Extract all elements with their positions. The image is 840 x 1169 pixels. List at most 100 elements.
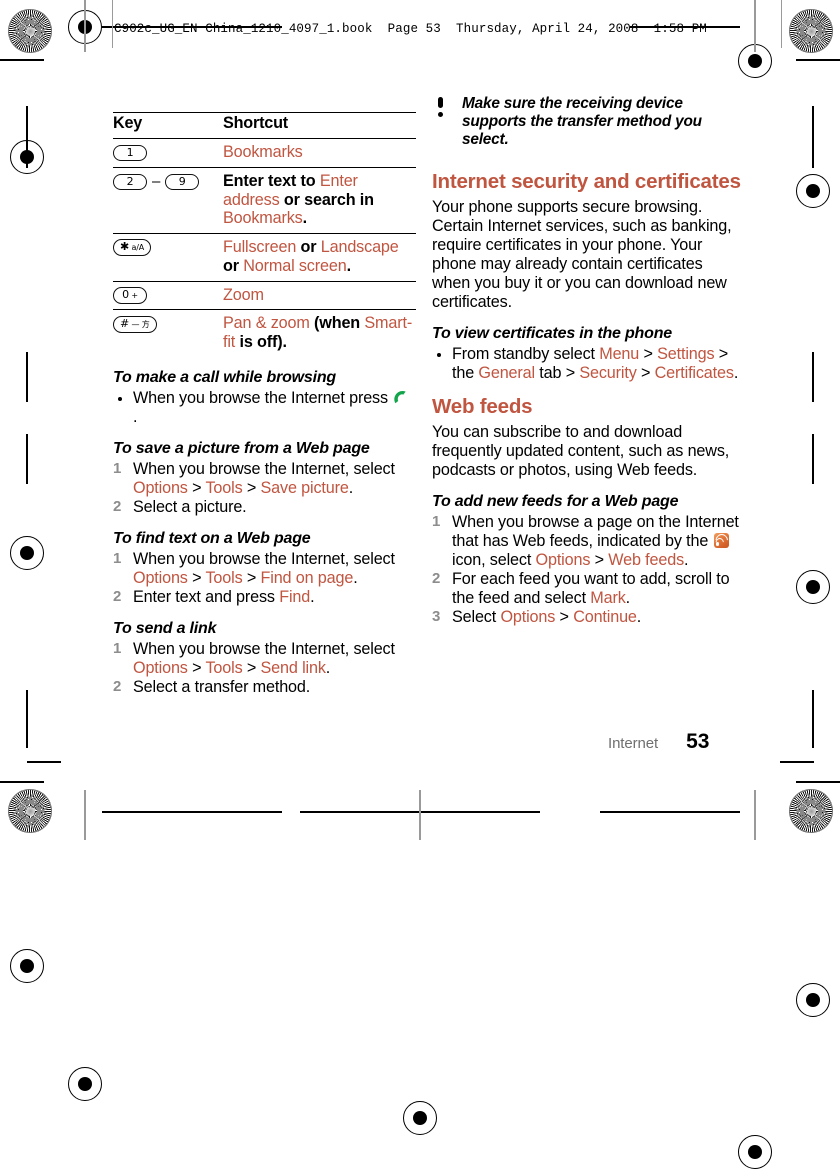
ui-term: Web feeds bbox=[608, 550, 685, 569]
ui-term: Landscape bbox=[320, 238, 399, 257]
step-text: When you browse the Internet, select Opt… bbox=[133, 460, 395, 497]
reg-line-rm-v1 bbox=[812, 352, 814, 402]
column-header-shortcut: Shortcut bbox=[223, 112, 416, 139]
ui-term: Continue bbox=[573, 607, 637, 626]
keypad-key-sublabel: + bbox=[128, 290, 138, 300]
table-cell-shortcut: Pan & zoom (when Smart-fit is off). bbox=[223, 310, 416, 357]
procedure-title-send-link: To send a link bbox=[113, 620, 217, 638]
text-run: > bbox=[187, 659, 206, 678]
text-run: When you browse the Internet, select bbox=[133, 640, 395, 659]
text-run: > bbox=[590, 550, 609, 569]
text-run: . bbox=[346, 256, 352, 275]
bullet-dot-icon bbox=[118, 397, 122, 402]
ui-term: Options bbox=[133, 659, 188, 678]
text-run: icon, select bbox=[452, 550, 536, 569]
footer-page-number: 53 bbox=[686, 730, 710, 753]
table-row: 2–9 Enter text to Enter address or search… bbox=[113, 167, 416, 235]
step-number: 1 bbox=[432, 512, 441, 530]
text-run: . bbox=[325, 659, 331, 678]
ui-term: Menu bbox=[599, 344, 640, 363]
ui-term: Bookmarks bbox=[223, 143, 303, 161]
call-icon bbox=[392, 390, 412, 406]
procedure-title-find-text: To find text on a Web page bbox=[113, 530, 311, 548]
step-number: 2 bbox=[432, 569, 441, 587]
text-run: . bbox=[353, 569, 358, 588]
registration-target-right-upper bbox=[796, 174, 830, 208]
ui-term: Security bbox=[579, 363, 637, 382]
ui-term: Find on page bbox=[260, 569, 354, 588]
reg-line-ll-h bbox=[27, 761, 61, 763]
procedure-title-add-feeds: To add new feeds for a Web page bbox=[432, 492, 679, 510]
table-header-row: Key Shortcut bbox=[113, 112, 416, 139]
table-cell-shortcut: Fullscreen or Landscape or Normal screen… bbox=[223, 233, 416, 282]
step-number: 2 bbox=[113, 498, 122, 516]
registration-target-right-lower bbox=[796, 983, 830, 1017]
crop-line-left-bottom bbox=[0, 781, 44, 783]
step-text: When you browse the Internet, select Opt… bbox=[133, 550, 395, 587]
registration-rosette-top-left bbox=[8, 9, 52, 53]
keypad-key-✱: ✱ a/A bbox=[113, 239, 152, 257]
ui-term: Tools bbox=[205, 659, 243, 678]
text-run: or bbox=[296, 238, 321, 257]
list-item: 2 Select a picture. bbox=[113, 498, 416, 517]
list-item: 1 When you browse a page on the Internet … bbox=[432, 513, 744, 570]
registration-rosette-top-right bbox=[789, 9, 833, 53]
reg-line-tr-v2 bbox=[781, 0, 783, 48]
section-heading-web-feeds: Web feeds bbox=[432, 394, 533, 418]
list-item: 2 Enter text and press Find. bbox=[113, 588, 416, 607]
text-run: Select bbox=[452, 607, 501, 626]
reg-line-rm-v2 bbox=[812, 434, 814, 484]
step-number: 3 bbox=[432, 607, 441, 625]
registration-target-left-lower bbox=[10, 949, 44, 983]
table-row: 1 Bookmarks bbox=[113, 138, 416, 168]
ui-term: Tools bbox=[205, 569, 243, 588]
crop-line-right-top bbox=[796, 59, 840, 61]
step-number: 2 bbox=[113, 588, 122, 606]
reg-line-lu-v bbox=[26, 106, 28, 168]
registration-target-bottom-left bbox=[68, 1067, 102, 1101]
list-item: 2 Select a transfer method. bbox=[113, 678, 416, 697]
reg-line-ll-v bbox=[26, 690, 28, 748]
text-run: or search in bbox=[279, 190, 374, 209]
text-run: . bbox=[636, 607, 642, 626]
text-run: . bbox=[733, 363, 739, 382]
ui-term: Mark bbox=[590, 588, 626, 607]
registration-target-right-mid bbox=[796, 570, 830, 604]
procedure-title-view-certificates: To view certificates in the phone bbox=[432, 324, 672, 342]
keypad-key-2: 2 bbox=[113, 173, 147, 190]
text-run: > bbox=[242, 479, 261, 498]
registration-rosette-bottom-right bbox=[789, 789, 833, 833]
text-run: Enter text to bbox=[223, 171, 320, 190]
section-heading-internet-security: Internet security and certificates bbox=[432, 169, 741, 193]
reg-line-rl-h bbox=[780, 761, 814, 763]
reg-line-br-h bbox=[600, 811, 740, 813]
list-item: 3 Select Options > Continue. bbox=[432, 608, 744, 627]
rss-feed-icon bbox=[713, 531, 730, 549]
crop-line-right-bottom bbox=[796, 781, 840, 783]
footer-section-name: Internet bbox=[608, 735, 659, 752]
bullet-text-pre: When you browse the Internet press bbox=[133, 389, 388, 408]
right-column: Make sure the receiving device supports … bbox=[432, 95, 744, 640]
text-run: tab > bbox=[534, 363, 580, 382]
step-number: 1 bbox=[113, 460, 122, 478]
table-cell-shortcut: Bookmarks bbox=[223, 138, 416, 168]
keypad-key-sublabel: — 方 bbox=[129, 319, 150, 329]
page-footer: Internet 53 bbox=[432, 730, 744, 754]
ui-term: Zoom bbox=[223, 285, 264, 304]
ui-term: Options bbox=[500, 607, 556, 626]
reg-line-bc-v bbox=[419, 790, 421, 840]
reg-line-bl-v bbox=[84, 790, 86, 840]
procedure-list-save-picture: 1 When you browse the Internet, select Op… bbox=[113, 460, 416, 517]
text-run: . bbox=[310, 588, 315, 607]
ui-term: Options bbox=[133, 479, 188, 498]
text-run: > bbox=[636, 363, 655, 382]
key-range-dash: – bbox=[152, 172, 161, 190]
reg-line-lm-v2 bbox=[26, 434, 28, 484]
table-row: ✱ a/A Fullscreen or Landscape or Normal s… bbox=[113, 233, 416, 282]
table-cell-shortcut: Zoom bbox=[223, 281, 416, 311]
text-run: From standby select bbox=[452, 344, 600, 363]
reg-line-br-v bbox=[754, 790, 756, 840]
exclamation-icon bbox=[437, 97, 444, 117]
note-text: Make sure the receiving device supports … bbox=[462, 95, 702, 148]
section-body-web-feeds: You can subscribe to and download freque… bbox=[432, 422, 730, 479]
